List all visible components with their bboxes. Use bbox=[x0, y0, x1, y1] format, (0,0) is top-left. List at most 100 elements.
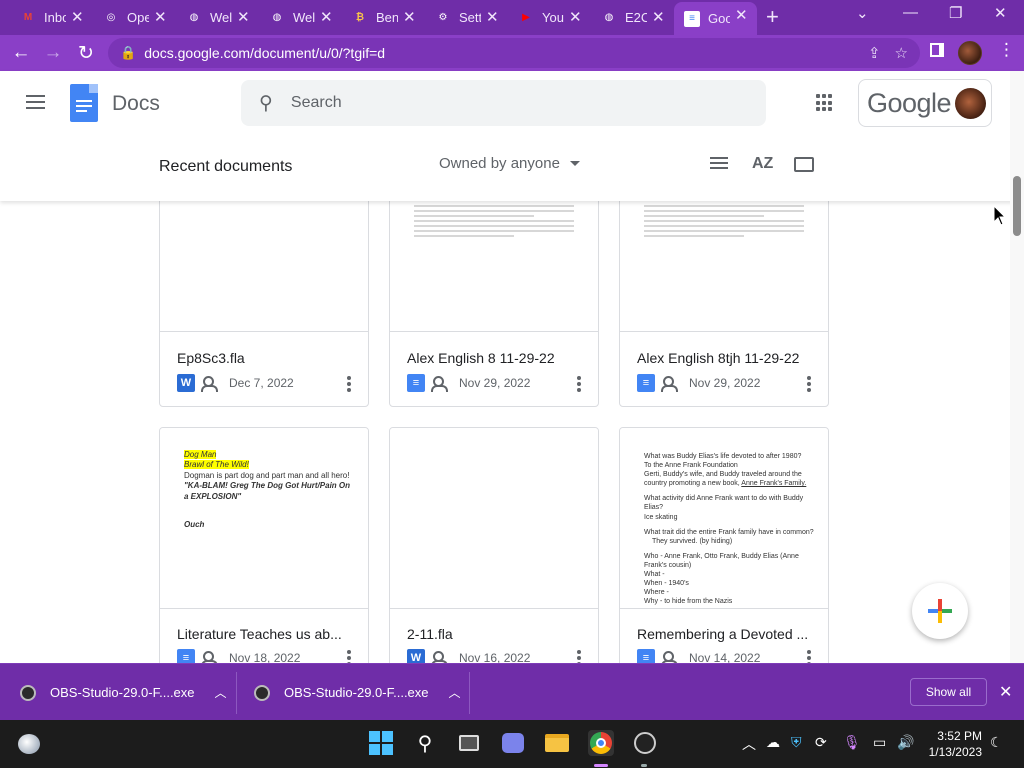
thumb-text: Gerti, Buddy's wife, and Buddy traveled … bbox=[644, 471, 807, 488]
browser-menu-icon[interactable]: ⋮ bbox=[998, 40, 1015, 60]
doc-card[interactable]: Alex English 8tjh 11-29-22 ≡ Nov 29, 202… bbox=[619, 201, 829, 407]
doc-title: Alex English 8 11-29-22 bbox=[407, 350, 555, 366]
tab-e2c[interactable]: ◍ E2C ✕ bbox=[591, 4, 674, 31]
tab-welcome-2[interactable]: ◍ Welcome ✕ bbox=[259, 4, 342, 31]
more-options-icon[interactable] bbox=[807, 376, 811, 394]
download-item[interactable]: OBS-Studio-29.0-F....exe ︿ bbox=[20, 664, 227, 721]
docs-file-icon: ≡ bbox=[637, 649, 655, 663]
close-tab-icon[interactable]: ✕ bbox=[735, 6, 748, 24]
volume-icon[interactable]: 🔊 bbox=[897, 734, 914, 751]
close-window-icon[interactable]: ✕ bbox=[994, 4, 1007, 22]
close-downloads-icon[interactable]: ✕ bbox=[999, 682, 1012, 702]
close-tab-icon[interactable]: ✕ bbox=[486, 8, 499, 26]
close-tab-icon[interactable]: ✕ bbox=[71, 8, 84, 26]
dropdown-caret-icon bbox=[569, 161, 580, 166]
folder-picker-icon[interactable] bbox=[794, 157, 814, 172]
new-document-button[interactable] bbox=[912, 583, 968, 639]
list-view-icon[interactable] bbox=[710, 157, 728, 171]
share-icon[interactable]: ⇪ bbox=[868, 44, 881, 62]
bookmark-star-icon[interactable]: ☆ bbox=[895, 44, 908, 62]
restore-icon[interactable]: ❐ bbox=[949, 4, 962, 22]
doc-date: Dec 7, 2022 bbox=[229, 376, 294, 390]
tab-search-chevron-icon[interactable]: ⌄ bbox=[856, 4, 869, 22]
more-options-icon[interactable] bbox=[347, 650, 351, 663]
tab-inbox[interactable]: M Inbox ✕ bbox=[10, 4, 93, 31]
globe-icon: ◍ bbox=[604, 12, 614, 23]
microphone-icon[interactable]: 🎙 bbox=[843, 734, 861, 751]
tab-ben[interactable]: ₿ Ben ✕ bbox=[342, 4, 425, 31]
doc-card[interactable]: What was Buddy Elias's life devoted to a… bbox=[619, 427, 829, 663]
obs-file-icon bbox=[254, 684, 270, 701]
thumb-text: To the Anne Frank Foundation bbox=[644, 462, 738, 470]
teams-chat-icon[interactable] bbox=[500, 730, 526, 756]
avatar[interactable] bbox=[955, 88, 986, 119]
doc-card[interactable]: 2-11.fla W Nov 16, 2022 bbox=[389, 427, 599, 663]
search-icon[interactable]: ⚲ bbox=[412, 730, 438, 756]
more-options-icon[interactable] bbox=[807, 650, 811, 663]
more-options-icon[interactable] bbox=[577, 650, 581, 663]
owner-filter-dropdown[interactable]: Owned by anyone bbox=[439, 155, 580, 172]
system-clock[interactable]: 3:52 PM 1/13/2023 bbox=[922, 728, 982, 760]
tab-obs[interactable]: ◎ Open ✕ bbox=[93, 4, 176, 31]
google-apps-icon[interactable] bbox=[816, 94, 834, 112]
docs-logo-icon[interactable] bbox=[70, 84, 98, 122]
close-tab-icon[interactable]: ✕ bbox=[403, 8, 416, 26]
close-tab-icon[interactable]: ✕ bbox=[652, 8, 665, 26]
google-account-button[interactable]: Google bbox=[858, 79, 992, 127]
tab-youtube[interactable]: ▶ YouTube ✕ bbox=[508, 4, 591, 31]
windows-start-icon[interactable] bbox=[368, 730, 394, 756]
search-box[interactable]: ⚲ Search bbox=[241, 80, 766, 126]
reload-icon[interactable]: ↻ bbox=[73, 40, 99, 66]
tab-welcome-1[interactable]: ◍ Welcome ✕ bbox=[176, 4, 259, 31]
main-menu-icon[interactable] bbox=[26, 95, 45, 113]
notifications-icon[interactable]: ☾ bbox=[990, 734, 1003, 751]
more-options-icon[interactable] bbox=[347, 376, 351, 394]
lock-icon[interactable]: 🔒 bbox=[120, 45, 136, 61]
browser-profile-avatar[interactable] bbox=[958, 41, 982, 65]
close-tab-icon[interactable]: ✕ bbox=[154, 8, 167, 26]
chrome-icon[interactable] bbox=[588, 730, 614, 756]
back-arrow-icon[interactable]: ← bbox=[8, 40, 34, 66]
word-file-icon: W bbox=[407, 649, 425, 663]
word-file-icon: W bbox=[177, 374, 195, 392]
network-icon[interactable]: ▭ bbox=[873, 734, 886, 751]
doc-card[interactable]: Alex English 8 11-29-22 ≡ Nov 29, 2022 bbox=[389, 201, 599, 407]
forward-arrow-icon[interactable]: → bbox=[40, 40, 66, 66]
close-tab-icon[interactable]: ✕ bbox=[237, 8, 250, 26]
sort-az-icon[interactable]: AZ bbox=[752, 155, 773, 173]
search-icon[interactable]: ⚲ bbox=[259, 92, 273, 115]
address-bar[interactable]: 🔒 docs.google.com/document/u/0/?tgif=d ⇪… bbox=[108, 38, 920, 68]
weather-widget-icon[interactable] bbox=[18, 734, 40, 754]
tab-settings[interactable]: ⚙ Settings ✕ bbox=[425, 4, 508, 31]
obs-taskbar-icon[interactable] bbox=[632, 730, 658, 756]
more-options-icon[interactable] bbox=[577, 376, 581, 394]
minimize-icon[interactable]: — bbox=[903, 4, 918, 21]
download-item[interactable]: OBS-Studio-29.0-F....exe ︿ bbox=[254, 664, 461, 721]
bitcoin-icon: ₿ bbox=[355, 12, 365, 23]
chevron-up-icon[interactable]: ︿ bbox=[742, 734, 756, 754]
shared-people-icon bbox=[661, 376, 681, 392]
file-explorer-icon[interactable] bbox=[544, 730, 570, 756]
close-tab-icon[interactable]: ✕ bbox=[569, 8, 582, 26]
thumb-text: Who - Anne Frank, Otto Frank, Buddy Elia… bbox=[644, 552, 799, 569]
tab-google-docs[interactable]: ≡ Google Docs ✕ bbox=[674, 2, 757, 35]
scrollbar-track[interactable] bbox=[1010, 71, 1024, 663]
app-title[interactable]: Docs bbox=[112, 92, 160, 116]
doc-thumbnail: Dog Man Brawl of The Wild! Dogman is par… bbox=[160, 428, 368, 609]
search-input[interactable]: Search bbox=[291, 94, 342, 112]
update-refresh-icon[interactable]: ⟳ bbox=[815, 734, 827, 751]
chevron-up-icon[interactable]: ︿ bbox=[215, 684, 227, 701]
security-shield-icon[interactable]: ⛨ bbox=[791, 734, 802, 751]
doc-thumbnail bbox=[390, 201, 598, 332]
chevron-up-icon[interactable]: ︿ bbox=[449, 684, 461, 701]
task-view-icon[interactable] bbox=[456, 730, 482, 756]
doc-card[interactable]: Dog Man Brawl of The Wild! Dogman is par… bbox=[159, 427, 369, 663]
side-panel-icon[interactable] bbox=[930, 43, 944, 57]
scrollbar-thumb[interactable] bbox=[1013, 176, 1021, 236]
new-tab-plus-icon[interactable]: + bbox=[766, 4, 779, 30]
windows-taskbar: ⚲ ︿ ☁ ⛨ ⟳ 🎙 ▭ 🔊 3:52 PM 1/13/2023 ☾ bbox=[0, 720, 1024, 768]
cloud-sync-icon[interactable]: ☁ bbox=[766, 734, 780, 751]
doc-card[interactable]: Ep8Sc3.fla W Dec 7, 2022 bbox=[159, 201, 369, 407]
close-tab-icon[interactable]: ✕ bbox=[320, 8, 333, 26]
show-all-downloads-button[interactable]: Show all bbox=[910, 678, 987, 706]
